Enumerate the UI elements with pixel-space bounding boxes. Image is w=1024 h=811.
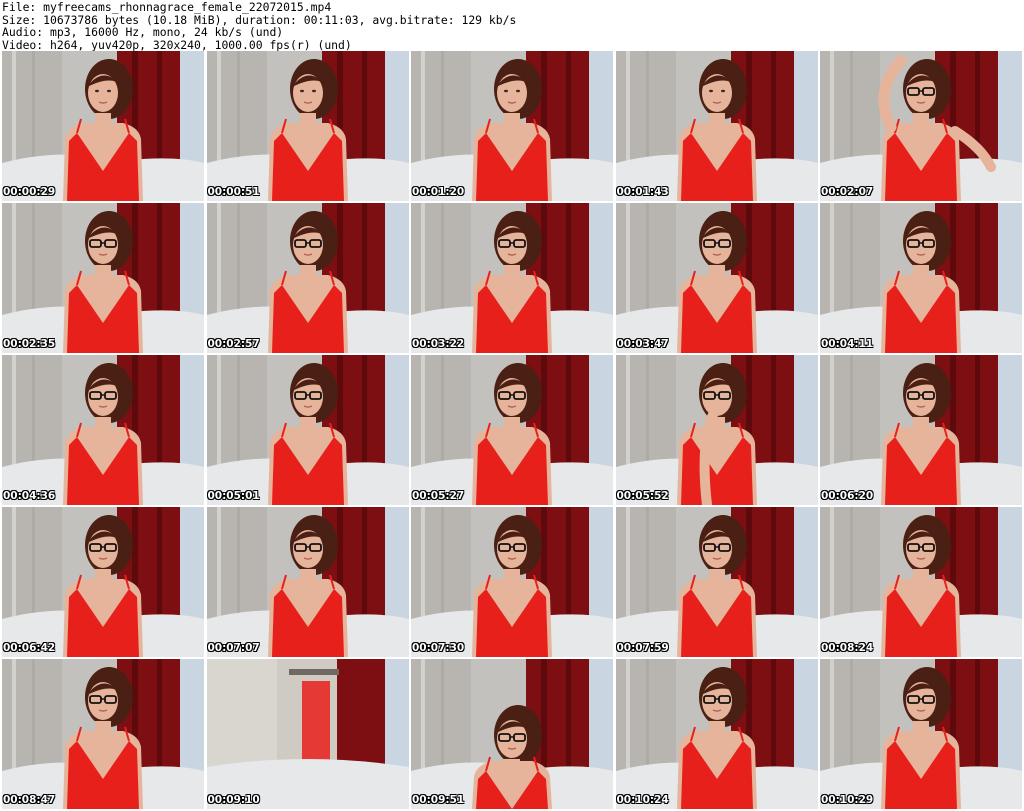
frame-timestamp: 00:01:43	[616, 186, 669, 198]
frame-image	[615, 507, 818, 657]
frame-image	[615, 203, 818, 353]
frame-image	[206, 203, 409, 353]
frame-timestamp: 00:07:07	[207, 642, 260, 654]
video-frame-thumbnail: 00:06:20	[820, 355, 1022, 505]
frame-image	[2, 507, 204, 657]
frame-timestamp: 00:02:57	[207, 338, 260, 350]
frame-timestamp: 00:07:59	[616, 642, 669, 654]
video-frame-thumbnail: 00:07:30	[411, 507, 613, 657]
video-frame-thumbnail: 00:02:07	[820, 51, 1022, 201]
video-frame-thumbnail: 00:06:42	[2, 507, 204, 657]
frame-image	[206, 507, 409, 657]
video-frame-thumbnail: 00:03:47	[615, 203, 818, 353]
video-frame-thumbnail: 00:10:29	[820, 659, 1022, 809]
video-frame-thumbnail: 00:02:57	[206, 203, 409, 353]
frame-timestamp: 00:08:24	[821, 642, 874, 654]
video-frame-thumbnail: 00:05:27	[411, 355, 613, 505]
file-name-line: File: myfreecams_rhonnagrace_female_2207…	[2, 0, 332, 14]
video-frame-thumbnail: 00:00:29	[2, 51, 204, 201]
frame-timestamp: 00:09:51	[412, 794, 465, 806]
video-frame-thumbnail: 00:09:51	[411, 659, 613, 809]
frame-image	[411, 51, 613, 201]
frame-timestamp: 00:01:20	[412, 186, 465, 198]
frame-image	[820, 507, 1022, 657]
frame-image	[820, 51, 1022, 201]
frame-timestamp: 00:00:51	[207, 186, 260, 198]
video-frame-thumbnail: 00:08:24	[820, 507, 1022, 657]
frame-timestamp: 00:09:10	[207, 794, 260, 806]
frame-image	[411, 203, 613, 353]
video-frame-thumbnail: 00:08:47	[2, 659, 204, 809]
frame-timestamp: 00:05:52	[616, 490, 669, 502]
video-frame-thumbnail: 00:01:43	[615, 51, 818, 201]
video-frame-thumbnail: 00:04:11	[820, 203, 1022, 353]
video-frame-thumbnail: 00:07:07	[206, 507, 409, 657]
video-frame-thumbnail: 00:07:59	[615, 507, 818, 657]
video-frame-thumbnail: 00:04:36	[2, 355, 204, 505]
frame-timestamp: 00:05:01	[207, 490, 260, 502]
frame-image	[206, 51, 409, 201]
frame-image	[615, 659, 818, 809]
frame-image	[2, 355, 204, 505]
frame-timestamp: 00:03:47	[616, 338, 669, 350]
file-info-header: File: myfreecams_rhonnagrace_female_2207…	[0, 0, 1024, 52]
frame-image	[820, 659, 1022, 809]
frame-image	[206, 659, 409, 809]
audio-info-line: Audio: mp3, 16000 Hz, mono, 24 kb/s (und…	[2, 25, 284, 39]
video-frame-thumbnail: 00:02:35	[2, 203, 204, 353]
frame-image	[411, 659, 613, 809]
frame-timestamp: 00:05:27	[412, 490, 465, 502]
video-frame-thumbnail: 00:10:24	[615, 659, 818, 809]
frame-timestamp: 00:03:22	[412, 338, 465, 350]
thumbnail-grid: 00:00:29 00:00:51 00:01:20 00:01:43 00:02:07…	[2, 51, 1022, 811]
video-frame-thumbnail: 00:01:20	[411, 51, 613, 201]
frame-timestamp: 00:06:42	[3, 642, 56, 654]
video-frame-thumbnail: 00:05:52	[615, 355, 818, 505]
frame-timestamp: 00:04:36	[3, 490, 56, 502]
frame-timestamp: 00:08:47	[3, 794, 56, 806]
frame-image	[411, 355, 613, 505]
frame-image	[2, 659, 204, 809]
frame-timestamp: 00:06:20	[821, 490, 874, 502]
frame-timestamp: 00:10:24	[616, 794, 669, 806]
video-frame-thumbnail: 00:00:51	[206, 51, 409, 201]
video-frame-thumbnail: 00:05:01	[206, 355, 409, 505]
frame-image	[411, 507, 613, 657]
video-frame-thumbnail: 00:03:22	[411, 203, 613, 353]
frame-image	[820, 203, 1022, 353]
video-info-line: Video: h264, yuv420p, 320x240, 1000.00 f…	[2, 37, 352, 52]
frame-timestamp: 00:07:30	[412, 642, 465, 654]
frame-timestamp: 00:02:07	[821, 186, 874, 198]
frame-image	[820, 355, 1022, 505]
video-frame-thumbnail: 00:09:10	[206, 659, 409, 809]
frame-timestamp: 00:00:29	[3, 186, 56, 198]
frame-image	[615, 51, 818, 201]
frame-image	[2, 203, 204, 353]
frame-image	[206, 355, 409, 505]
frame-image	[2, 51, 204, 201]
frame-timestamp: 00:04:11	[821, 338, 874, 350]
frame-timestamp: 00:10:29	[821, 794, 874, 806]
frame-timestamp: 00:02:35	[3, 338, 56, 350]
frame-image	[615, 355, 818, 505]
